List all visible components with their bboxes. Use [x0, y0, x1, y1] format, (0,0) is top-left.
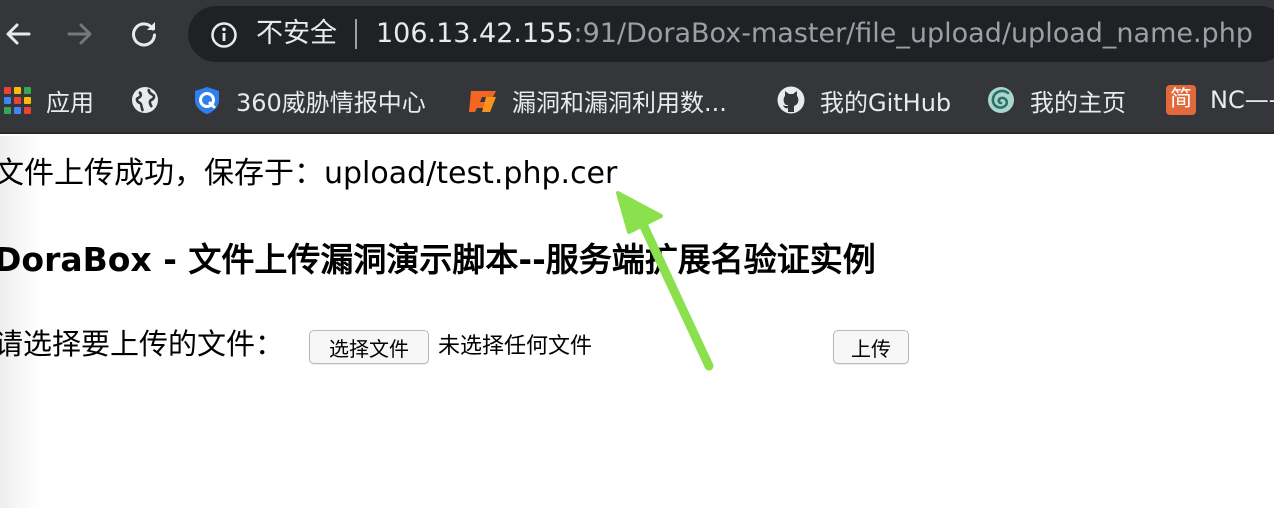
bookmark-label: 360威胁情报中心 [236, 88, 426, 117]
bookmark-label: NC—— [1210, 86, 1274, 114]
globe-icon [130, 85, 160, 115]
upload-submit-button[interactable]: 上传 [833, 330, 909, 364]
forward-arrow-icon [67, 23, 92, 45]
homepage-swirl-icon [986, 85, 1016, 115]
bookmark-exploit-db[interactable]: 漏洞和漏洞利用数... [468, 68, 727, 132]
bookmark-label: 漏洞和漏洞利用数... [512, 88, 727, 117]
security-status-label[interactable]: 不安全 [256, 19, 337, 49]
info-icon[interactable] [210, 21, 238, 49]
bookmark-label: 应用 [46, 88, 94, 117]
page-content: 文件上传成功，保存于：upload/test.php.cer DoraBox -… [0, 136, 1274, 508]
bookmark-github[interactable]: 我的GitHub [776, 68, 951, 132]
bookmark-label: 我的主页 [1030, 88, 1126, 117]
url-host: 106.13.42.155 [376, 18, 574, 49]
page-title: DoraBox - 文件上传漏洞演示脚本--服务端扩展名验证实例 [0, 240, 876, 279]
upload-success-message: 文件上传成功，保存于：upload/test.php.cer [0, 156, 618, 191]
360-threat-shield-icon [192, 85, 222, 115]
file-select-label: 请选择要上传的文件： [0, 327, 285, 361]
no-file-selected-text: 未选择任何文件 [438, 334, 593, 359]
bookmark-nc[interactable]: 简 NC—— [1166, 68, 1274, 132]
jian-shu-icon: 简 [1166, 85, 1196, 115]
bookmark-360-threat-center[interactable]: 360威胁情报中心 [192, 68, 426, 132]
bookmarks-bar: 应用 360威胁情报中心 漏洞和漏洞利用数... 我的GitHub 我的主页 简… [0, 68, 1274, 134]
forward-button[interactable] [60, 14, 100, 54]
bookmark-globe[interactable] [130, 68, 160, 132]
address-bar[interactable]: 不安全 106.13.42.155:91/DoraBox-master/file… [188, 6, 1274, 62]
choose-file-button[interactable]: 选择文件 [309, 330, 429, 364]
reload-button[interactable] [124, 14, 164, 54]
address-separator [355, 19, 357, 49]
bookmark-apps[interactable]: 应用 [2, 68, 94, 132]
url-path: :91/DoraBox-master/file_upload/upload_na… [573, 18, 1253, 49]
exploit-db-icon [468, 85, 498, 115]
back-arrow-icon [6, 23, 31, 45]
github-icon [776, 85, 806, 115]
browser-toolbar: 不安全 106.13.42.155:91/DoraBox-master/file… [0, 0, 1274, 68]
reload-icon [132, 22, 156, 47]
bookmark-label: 我的GitHub [820, 88, 952, 117]
back-button[interactable] [0, 14, 38, 54]
apps-icon [2, 85, 32, 115]
bookmark-homepage[interactable]: 我的主页 [986, 68, 1126, 132]
url-text[interactable]: 106.13.42.155:91/DoraBox-master/file_upl… [376, 19, 1253, 49]
